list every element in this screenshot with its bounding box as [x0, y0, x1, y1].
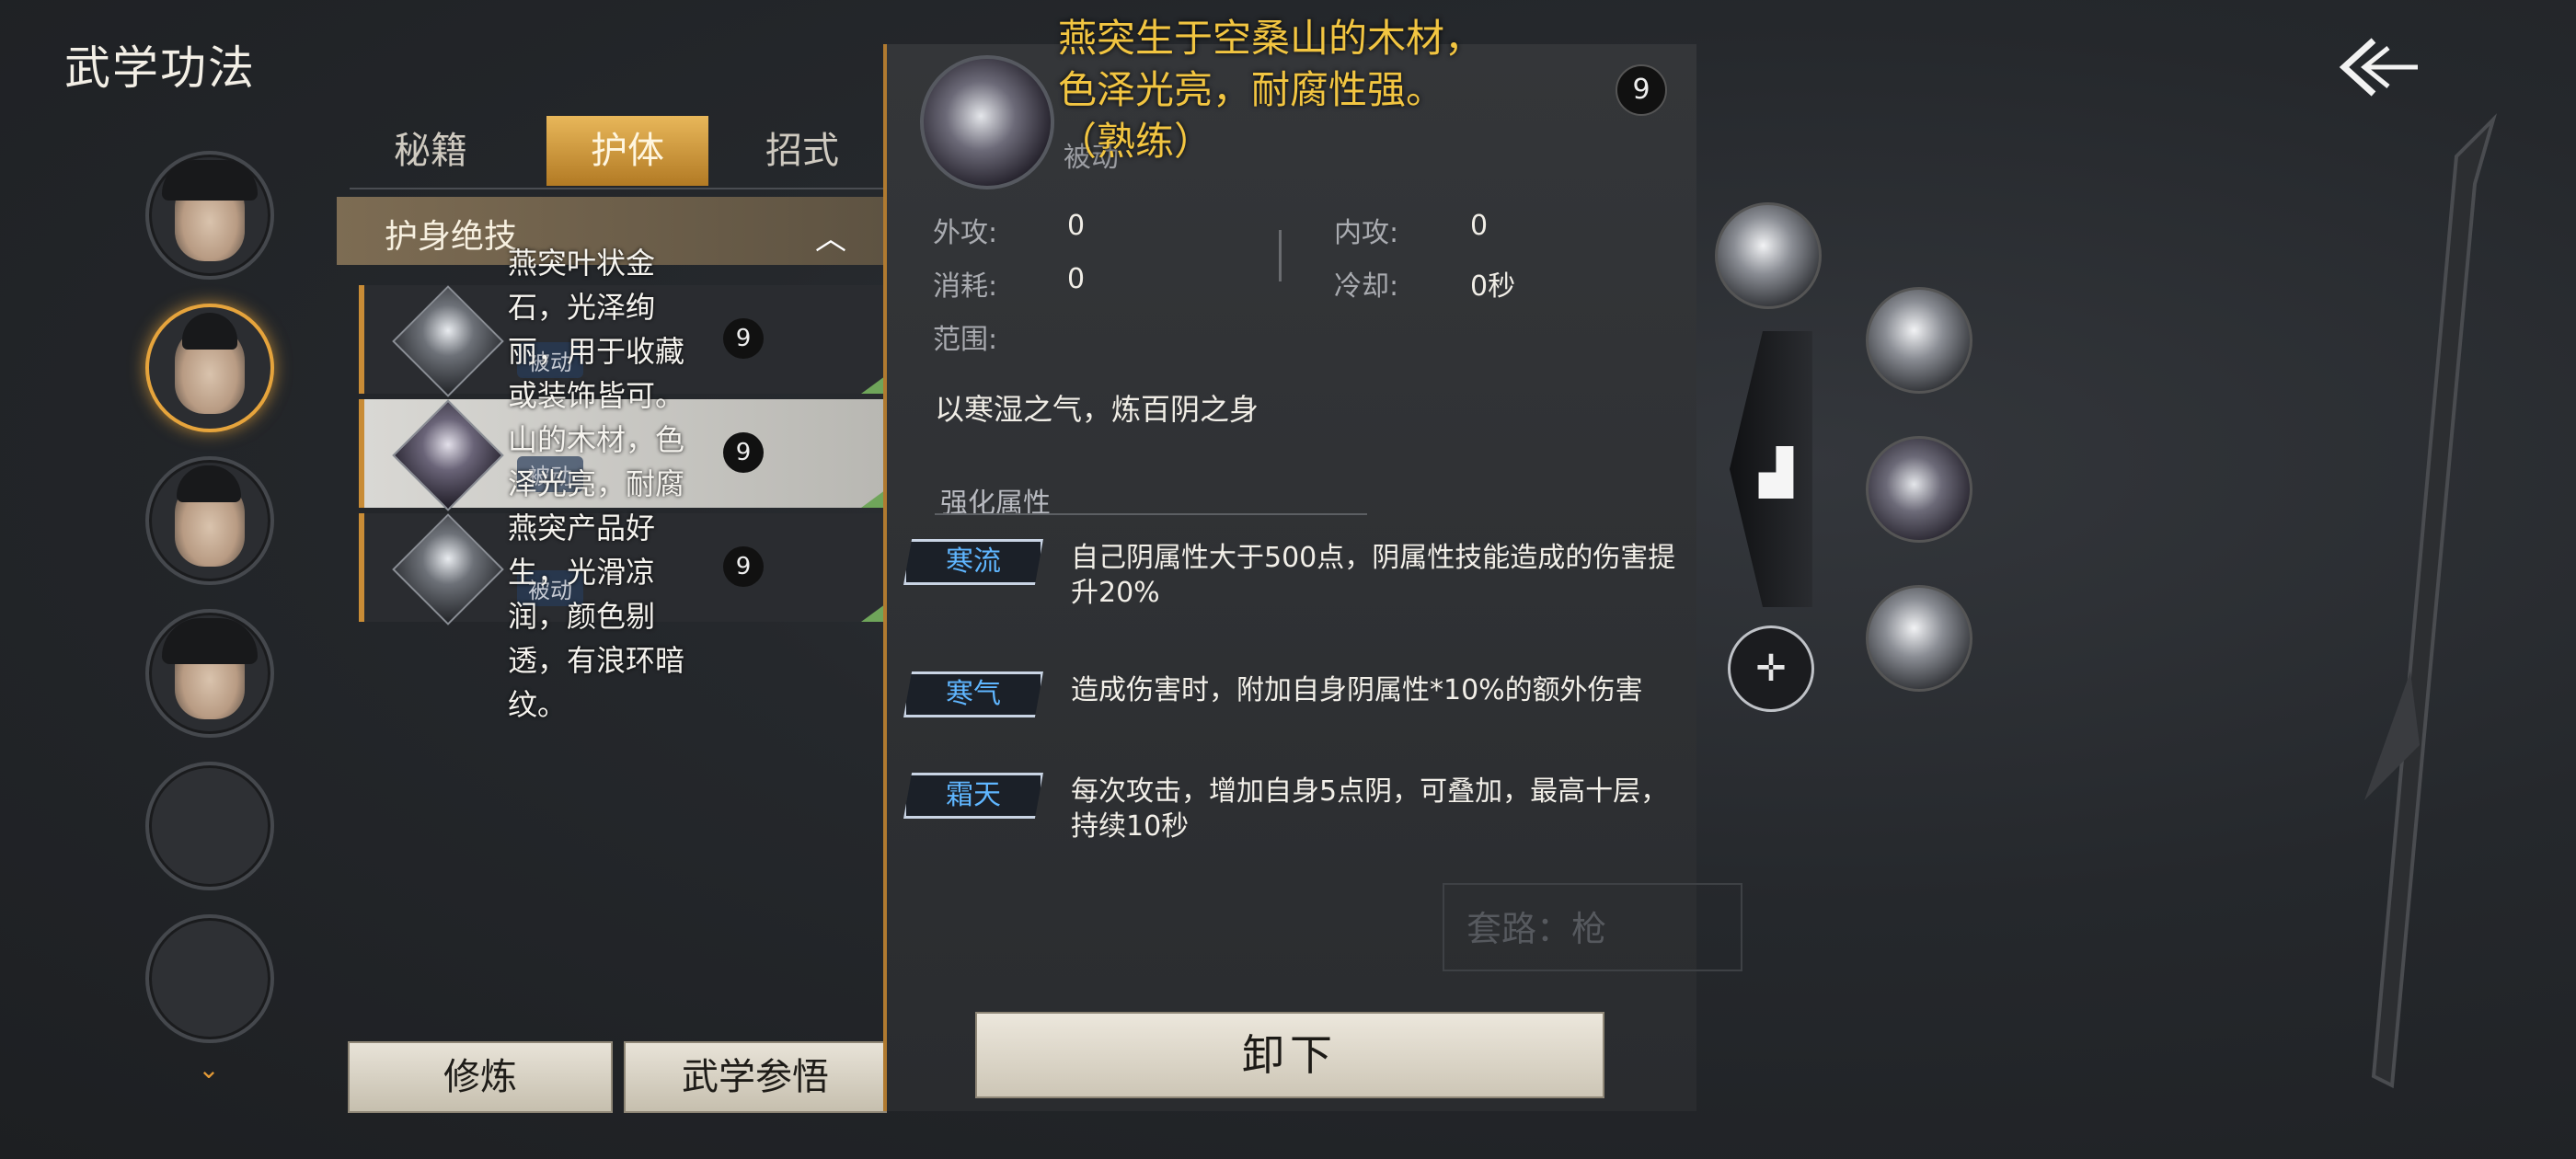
character-avatar-3[interactable]: [145, 456, 274, 585]
stat-label-cooldown: 冷却:: [1334, 270, 1399, 303]
tab-moves[interactable]: 招式: [721, 116, 883, 186]
stat-value-cooldown: 0秒: [1470, 270, 1516, 303]
stat-value-cost: 0: [1067, 263, 1086, 295]
stat-label-outer-attack: 外攻:: [933, 217, 998, 249]
enhance-divider: [935, 513, 1367, 515]
skill-icon: [392, 513, 504, 625]
stat-divider: [1279, 230, 1282, 281]
skill-description: 以寒湿之气，炼百阴之身: [935, 392, 1259, 427]
swirl-icon: 9: [1616, 64, 1667, 116]
page-title: 武学功法: [64, 41, 256, 95]
enhance-badge: 寒气: [903, 671, 1043, 717]
item-overlay-description: 燕突叶状金石，光泽绚丽，用于收藏或装饰皆可。山的木材，色泽光亮，耐腐燕突产品好生…: [508, 246, 685, 722]
swirl-icon: 9: [723, 546, 764, 587]
set-route-label[interactable]: 套路：枪: [1443, 883, 1742, 971]
section-title: 护身绝技: [385, 218, 518, 256]
equipped-skill-slot[interactable]: [1866, 287, 1972, 394]
stat-label-range: 范围:: [933, 324, 998, 356]
tab-secret-books[interactable]: 秘籍: [350, 116, 512, 186]
spear-weapon-image: [2364, 113, 2498, 1089]
enhance-text: 每次攻击，增加自身5点阴，可叠加，最高十层，持续10秒: [1071, 775, 1669, 843]
equipped-skill-slot[interactable]: [1866, 436, 1972, 543]
chevron-down-icon[interactable]: ⌄: [193, 1054, 224, 1084]
insight-button[interactable]: 武学参悟: [624, 1041, 887, 1113]
stat-value-inner-attack: 0: [1470, 210, 1489, 242]
tab-bar: 秘籍 护体 招式: [350, 116, 883, 188]
equipped-skill-slot[interactable]: [1715, 202, 1822, 309]
character-avatar-1[interactable]: [145, 151, 274, 280]
enhance-text: 造成伤害时，附加自身阴属性*10%的额外伤害: [1071, 674, 1643, 706]
unequip-button[interactable]: 卸下: [975, 1012, 1604, 1098]
swirl-icon: 9: [723, 432, 764, 473]
crosshair-icon[interactable]: ✛: [1728, 625, 1814, 712]
swirl-icon: 9: [723, 318, 764, 359]
back-arrow-icon[interactable]: [2337, 35, 2420, 99]
skill-icon: [392, 285, 504, 397]
character-avatar-2[interactable]: [145, 304, 274, 432]
train-button[interactable]: 修炼: [348, 1041, 613, 1113]
boot-icon: ▟: [1759, 447, 1793, 499]
stat-value-outer-attack: 0: [1067, 210, 1086, 242]
skill-icon: [392, 399, 504, 511]
skill-detail-icon: [920, 55, 1054, 189]
character-avatar-4[interactable]: [145, 609, 274, 738]
item-tooltip-description: 燕突生于空桑山的木材，色泽光亮，耐腐性强。（熟练）: [1058, 16, 1484, 164]
tab-body-protection[interactable]: 护体: [546, 116, 708, 186]
chevron-up-icon: ︿: [815, 221, 846, 258]
enhance-badge: 霜天: [903, 773, 1043, 819]
enhance-text: 自己阴属性大于500点，阴属性技能造成的伤害提升20%: [1071, 542, 1676, 609]
character-avatar-empty[interactable]: [145, 914, 274, 1043]
stat-label-cost: 消耗:: [933, 270, 998, 303]
enhance-badge: 寒流: [903, 539, 1043, 585]
tab-divider: [350, 188, 883, 189]
stat-label-inner-attack: 内攻:: [1334, 217, 1399, 249]
equipped-skill-slot[interactable]: [1866, 585, 1972, 692]
character-avatar-empty[interactable]: [145, 762, 274, 890]
